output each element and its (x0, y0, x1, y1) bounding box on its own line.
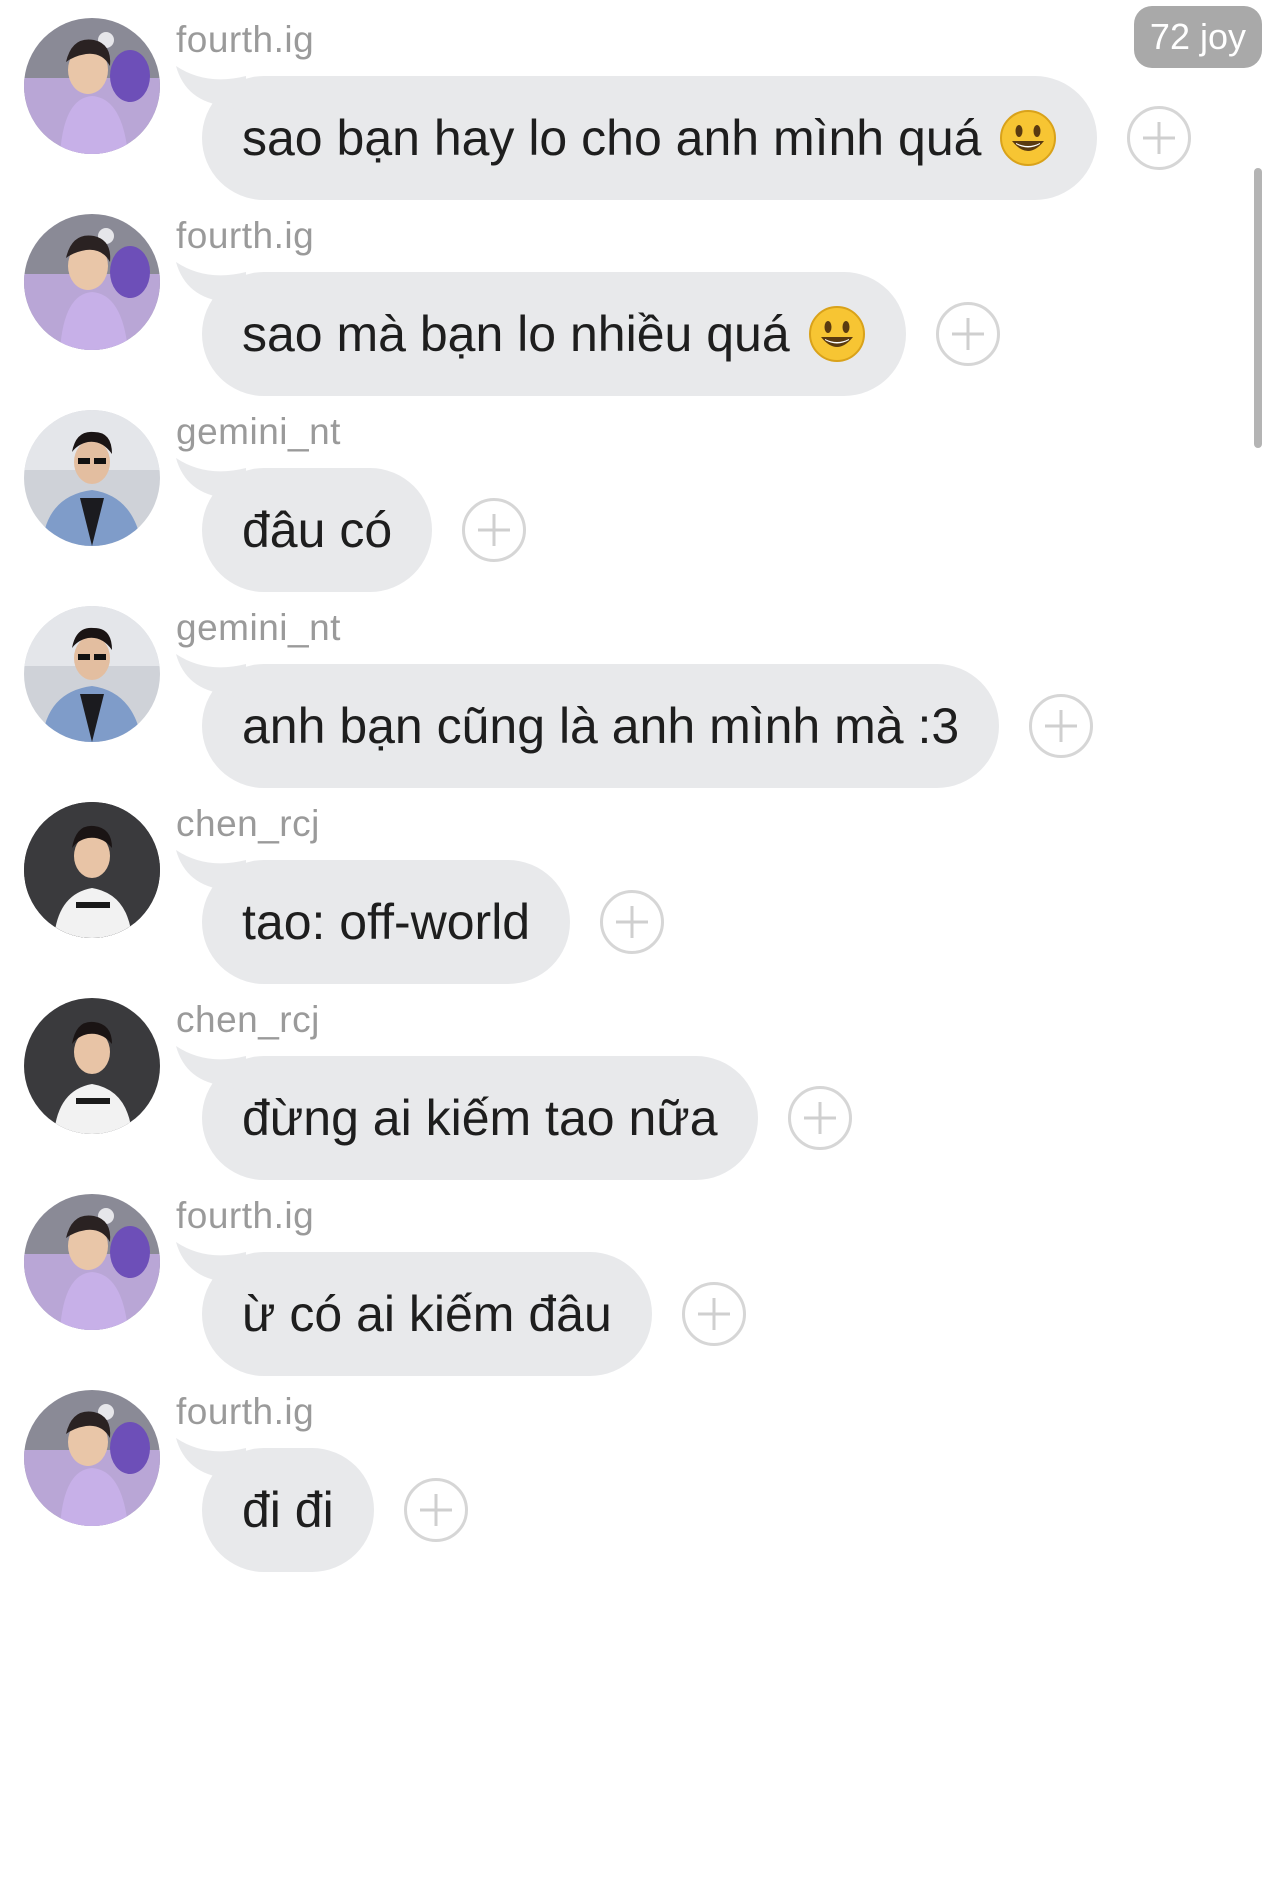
message-text: đừng ai kiếm tao nữa (242, 1090, 718, 1146)
bubble-row: đi đi (176, 1438, 468, 1572)
username[interactable]: chen_rcj (176, 998, 320, 1042)
avatar[interactable] (24, 606, 160, 742)
message-bubble[interactable]: đừng ai kiếm tao nữa (176, 1046, 758, 1180)
add-reaction-button[interactable] (681, 1282, 746, 1346)
message-text: đi đi (242, 1482, 334, 1538)
smiley-emoji (808, 305, 866, 363)
bubble-tail (176, 1438, 246, 1484)
bubble-row: sao mà bạn lo nhiều quá (176, 262, 1000, 396)
message-row: fourth.ig đi đi (0, 1372, 1284, 1608)
message-bubble[interactable]: đâu có (176, 458, 433, 592)
username[interactable]: fourth.ig (176, 1194, 314, 1238)
add-reaction-button[interactable] (600, 890, 665, 954)
avatar[interactable] (24, 214, 160, 350)
username[interactable]: fourth.ig (176, 214, 314, 258)
smiley-emoji (999, 109, 1057, 167)
bubble-tail (176, 1242, 246, 1288)
avatar[interactable] (24, 18, 160, 154)
bubble-row: anh bạn cũng là anh mình mà :3 (176, 654, 1094, 788)
message-text: đâu có (242, 502, 393, 558)
message-bubble[interactable]: ừ có ai kiếm đâu (176, 1242, 652, 1376)
chat-thread: fourth.ig sao bạn hay lo cho anh mình qu… (0, 0, 1284, 1880)
bubble-row: đâu có (176, 458, 527, 592)
username[interactable]: gemini_nt (176, 606, 341, 650)
add-reaction-button[interactable] (1029, 694, 1094, 758)
avatar[interactable] (24, 802, 160, 938)
message-text: anh bạn cũng là anh mình mà :3 (242, 698, 960, 754)
message-bubble[interactable]: tao: off-world (176, 850, 571, 984)
bubble-row: ừ có ai kiếm đâu (176, 1242, 746, 1376)
avatar[interactable] (24, 1390, 160, 1526)
add-reaction-button[interactable] (403, 1478, 468, 1542)
bubble-tail (176, 458, 246, 504)
username[interactable]: chen_rcj (176, 802, 320, 846)
bubble-row: tao: off-world (176, 850, 665, 984)
add-reaction-button[interactable] (462, 498, 527, 562)
bubble-tail (176, 850, 246, 896)
add-reaction-button[interactable] (935, 302, 1000, 366)
add-reaction-button[interactable] (1127, 106, 1192, 170)
add-reaction-button[interactable] (787, 1086, 852, 1150)
bubble-tail (176, 654, 246, 700)
username[interactable]: fourth.ig (176, 18, 314, 62)
username[interactable]: gemini_nt (176, 410, 341, 454)
message-bubble[interactable]: sao mà bạn lo nhiều quá (176, 262, 906, 396)
message-bubble[interactable]: anh bạn cũng là anh mình mà :3 (176, 654, 1000, 788)
scrollbar[interactable] (1254, 168, 1262, 448)
joy-count-badge: 72 joy (1133, 6, 1262, 68)
message-text: sao mà bạn lo nhiều quá (242, 306, 790, 362)
bubble-row: đừng ai kiếm tao nữa (176, 1046, 852, 1180)
bubble-row: sao bạn hay lo cho anh mình quá (176, 66, 1192, 200)
message-bubble[interactable]: sao bạn hay lo cho anh mình quá (176, 66, 1098, 200)
message-text: tao: off-world (242, 894, 531, 950)
username[interactable]: fourth.ig (176, 1390, 314, 1434)
message-text: sao bạn hay lo cho anh mình quá (242, 110, 982, 166)
bubble-tail (176, 1046, 246, 1092)
bubble-tail (176, 262, 246, 308)
avatar[interactable] (24, 1194, 160, 1330)
message-text: ừ có ai kiếm đâu (242, 1286, 612, 1342)
bubble-tail (176, 66, 246, 112)
avatar[interactable] (24, 410, 160, 546)
message-bubble[interactable]: đi đi (176, 1438, 374, 1572)
avatar[interactable] (24, 998, 160, 1134)
